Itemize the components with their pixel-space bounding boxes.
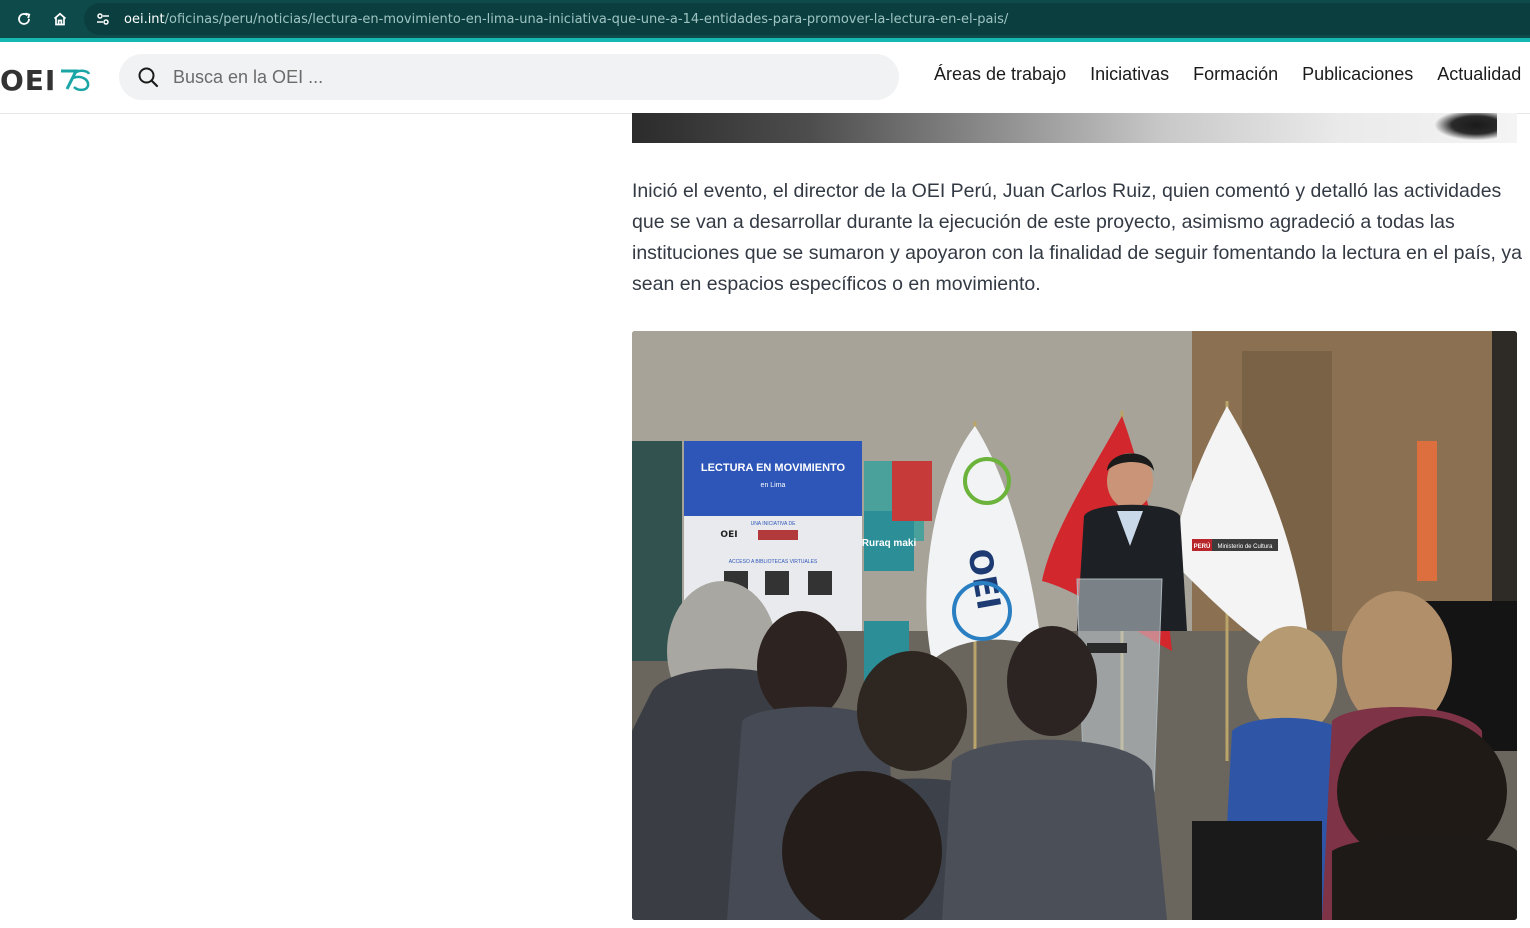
site-header: OEI Áreas de trabajo Iniciativas Formaci…: [0, 42, 1530, 114]
url-text[interactable]: oei.int/oficinas/peru/noticias/lectura-e…: [124, 12, 1008, 27]
browser-toolbar: oei.int/oficinas/peru/noticias/lectura-e…: [0, 0, 1530, 38]
peru-label: PERÚ: [1194, 543, 1211, 550]
previous-article-image: [632, 113, 1517, 143]
nav-iniciativas[interactable]: Iniciativas: [1090, 64, 1169, 85]
logo-text: OEI: [0, 63, 57, 97]
reload-icon: [18, 12, 31, 25]
nav-areas-de-trabajo[interactable]: Áreas de trabajo: [934, 64, 1066, 85]
nav-actualidad[interactable]: Actualidad: [1437, 64, 1521, 85]
site-info-button[interactable]: [90, 6, 116, 32]
url-domain: oei.int: [124, 11, 165, 27]
main-navigation: Áreas de trabajo Iniciativas Formación P…: [934, 64, 1530, 85]
banner-subtitle: en Lima: [761, 482, 786, 489]
banner-access: ACCESO A BIBLIOTECAS VIRTUALES: [729, 559, 818, 565]
shoe-shape: [1427, 113, 1497, 143]
home-button[interactable]: [46, 5, 74, 33]
event-photo-illustration: LECTURA EN MOVIMIENTO en Lima UNA INICIA…: [632, 331, 1517, 920]
ministry-label: Ministerio de Cultura: [1217, 544, 1273, 550]
banner-logo: OEI: [720, 530, 737, 540]
search-input[interactable]: [171, 65, 855, 89]
banner-title: LECTURA EN MOVIMIENTO: [701, 462, 846, 474]
reload-button[interactable]: [10, 5, 38, 33]
oei-logo[interactable]: OEI: [0, 62, 92, 98]
search-icon[interactable]: [137, 66, 159, 88]
home-icon: [53, 12, 67, 26]
poster-text: Ruraq maki: [862, 538, 917, 549]
url-path: /oficinas/peru/noticias/lectura-en-movim…: [164, 11, 1009, 27]
event-photo: LECTURA EN MOVIMIENTO en Lima UNA INICIA…: [632, 331, 1517, 920]
banner-initiative: UNA INICIATIVA DE: [751, 521, 796, 527]
search-bar[interactable]: [119, 54, 899, 100]
nav-formacion[interactable]: Formación: [1193, 64, 1278, 85]
logo-75-mark-icon: [61, 69, 91, 92]
nav-publicaciones[interactable]: Publicaciones: [1302, 64, 1413, 85]
address-bar[interactable]: oei.int/oficinas/peru/noticias/lectura-e…: [84, 3, 1530, 35]
site-info-icon: [97, 13, 109, 25]
article-paragraph: Inició el evento, el director de la OEI …: [632, 180, 1522, 295]
